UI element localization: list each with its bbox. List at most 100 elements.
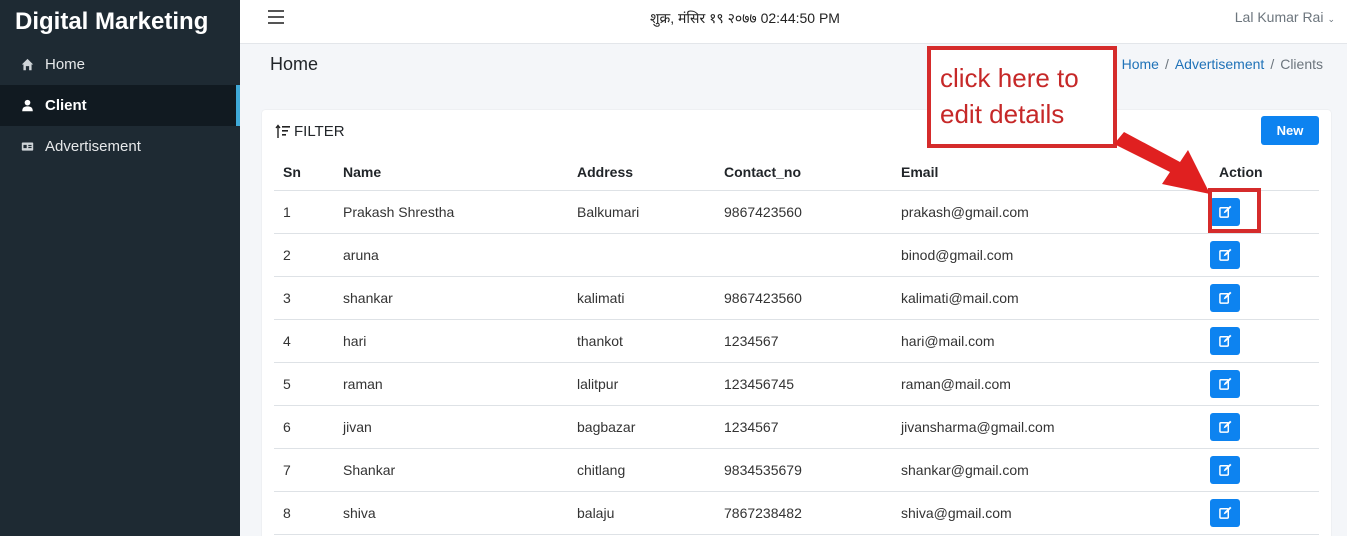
cell-name: jivan [334,405,568,449]
breadcrumb-separator: / [1270,56,1275,72]
edit-button[interactable] [1210,498,1240,527]
edit-button[interactable] [1210,412,1240,441]
cell-name: Prakash Shrestha [334,190,568,234]
cell-address: bagbazar [568,405,715,449]
cell-contact: 9867423560 [715,276,892,320]
table-row: 3 shankar kalimati 9867423560 kalimati@mail.… [274,276,1319,320]
edit-icon [1218,377,1231,390]
table-row: 5 raman lalitpur 123456745 raman@mail.com [274,362,1319,406]
sort-filter-icon [275,124,290,138]
edit-icon [1218,420,1231,433]
filter-toggle[interactable]: FILTER [275,123,345,140]
cell-action [1210,319,1319,363]
cell-address: balaju [568,491,715,535]
cell-contact: 1234567 [715,405,892,449]
clients-table: Sn Name Address Contact_no Email Action … [274,154,1319,535]
cell-sn: 5 [274,362,334,406]
sidebar-item-home[interactable]: Home [0,44,240,85]
cell-name: shiva [334,491,568,535]
table-row: 7 Shankar chitlang 9834535679 shankar@gmail.… [274,448,1319,492]
ad-icon [20,140,34,154]
column-header-contact[interactable]: Contact_no [715,154,892,191]
cell-contact: 1234567 [715,319,892,363]
column-header-sn[interactable]: Sn [274,154,334,191]
table-row: 6 jivan bagbazar 1234567 jivansharma@gmail.c… [274,405,1319,449]
cell-action [1210,276,1319,320]
cell-sn: 4 [274,319,334,363]
edit-icon [1218,334,1231,347]
cell-address: kalimati [568,276,715,320]
cell-action [1210,362,1319,406]
table-row: 8 shiva balaju 7867238482 shiva@gmail.com [274,491,1319,535]
cell-sn: 6 [274,405,334,449]
cell-email: shiva@gmail.com [892,491,1210,535]
cell-contact: 7867238482 [715,491,892,535]
cell-sn: 1 [274,190,334,234]
edit-button[interactable] [1210,369,1240,398]
edit-button[interactable] [1210,455,1240,484]
column-header-name[interactable]: Name [334,154,568,191]
cell-email: raman@mail.com [892,362,1210,406]
breadcrumb: Home / Advertisement / Clients [1122,56,1323,72]
cell-action [1210,233,1319,277]
cell-name: shankar [334,276,568,320]
cell-sn: 7 [274,448,334,492]
cell-contact [715,233,892,277]
sidebar: Digital Marketing Home Client Advertisem… [0,0,240,536]
cell-email: shankar@gmail.com [892,448,1210,492]
sidebar-item-label: Advertisement [45,138,141,155]
edit-icon [1218,248,1231,261]
edit-icon [1218,506,1231,519]
home-icon [20,58,34,72]
edit-button[interactable] [1210,240,1240,269]
filter-label: FILTER [294,123,345,140]
user-menu[interactable]: Lal Kumar Rai ⌄ [1235,9,1335,25]
cell-action [1210,491,1319,535]
cell-address: lalitpur [568,362,715,406]
cell-email: kalimati@mail.com [892,276,1210,320]
cell-action [1210,448,1319,492]
sidebar-item-advertisement[interactable]: Advertisement [0,126,240,167]
cell-name: aruna [334,233,568,277]
cell-email: jivansharma@gmail.com [892,405,1210,449]
cell-contact: 9867423560 [715,190,892,234]
edit-button[interactable] [1210,283,1240,312]
topbar: शुक्र, मंसिर १९ २०७७ 02:44:50 PM Lal Kum… [240,0,1347,44]
table-row: 2 aruna binod@gmail.com [274,233,1319,277]
breadcrumb-clients: Clients [1280,56,1323,72]
breadcrumb-home[interactable]: Home [1122,56,1159,72]
cell-address: thankot [568,319,715,363]
column-header-address[interactable]: Address [568,154,715,191]
hamburger-menu-icon[interactable] [268,10,284,24]
cell-contact: 9834535679 [715,448,892,492]
sidebar-item-label: Home [45,56,86,73]
sidebar-item-client[interactable]: Client [0,85,240,126]
annotation-callout: click here to edit details [927,46,1117,148]
datetime-display: शुक्र, मंसिर १९ २०७७ 02:44:50 PM [650,10,840,26]
table-row: 4 hari thankot 1234567 hari@mail.com [274,319,1319,363]
breadcrumb-advertisement[interactable]: Advertisement [1175,56,1264,72]
edit-button[interactable] [1210,326,1240,355]
breadcrumb-separator: / [1164,56,1169,72]
table-body: 1 Prakash Shrestha Balkumari 9867423560 prak… [274,190,1319,535]
new-client-button[interactable]: New [1261,116,1319,145]
chevron-down-icon: ⌄ [1327,14,1335,24]
user-icon [20,99,34,113]
cell-email: hari@mail.com [892,319,1210,363]
brand-title[interactable]: Digital Marketing [0,0,240,44]
edit-icon [1218,291,1231,304]
cell-contact: 123456745 [715,362,892,406]
cell-action [1210,405,1319,449]
sidebar-item-label: Client [45,97,87,114]
cell-sn: 8 [274,491,334,535]
cell-address: Balkumari [568,190,715,234]
cell-address: chitlang [568,448,715,492]
cell-email: binod@gmail.com [892,233,1210,277]
cell-name: raman [334,362,568,406]
cell-sn: 2 [274,233,334,277]
cell-address [568,233,715,277]
cell-name: hari [334,319,568,363]
cell-name: Shankar [334,448,568,492]
edit-icon [1218,463,1231,476]
annotation-arrow-icon [1114,132,1210,194]
